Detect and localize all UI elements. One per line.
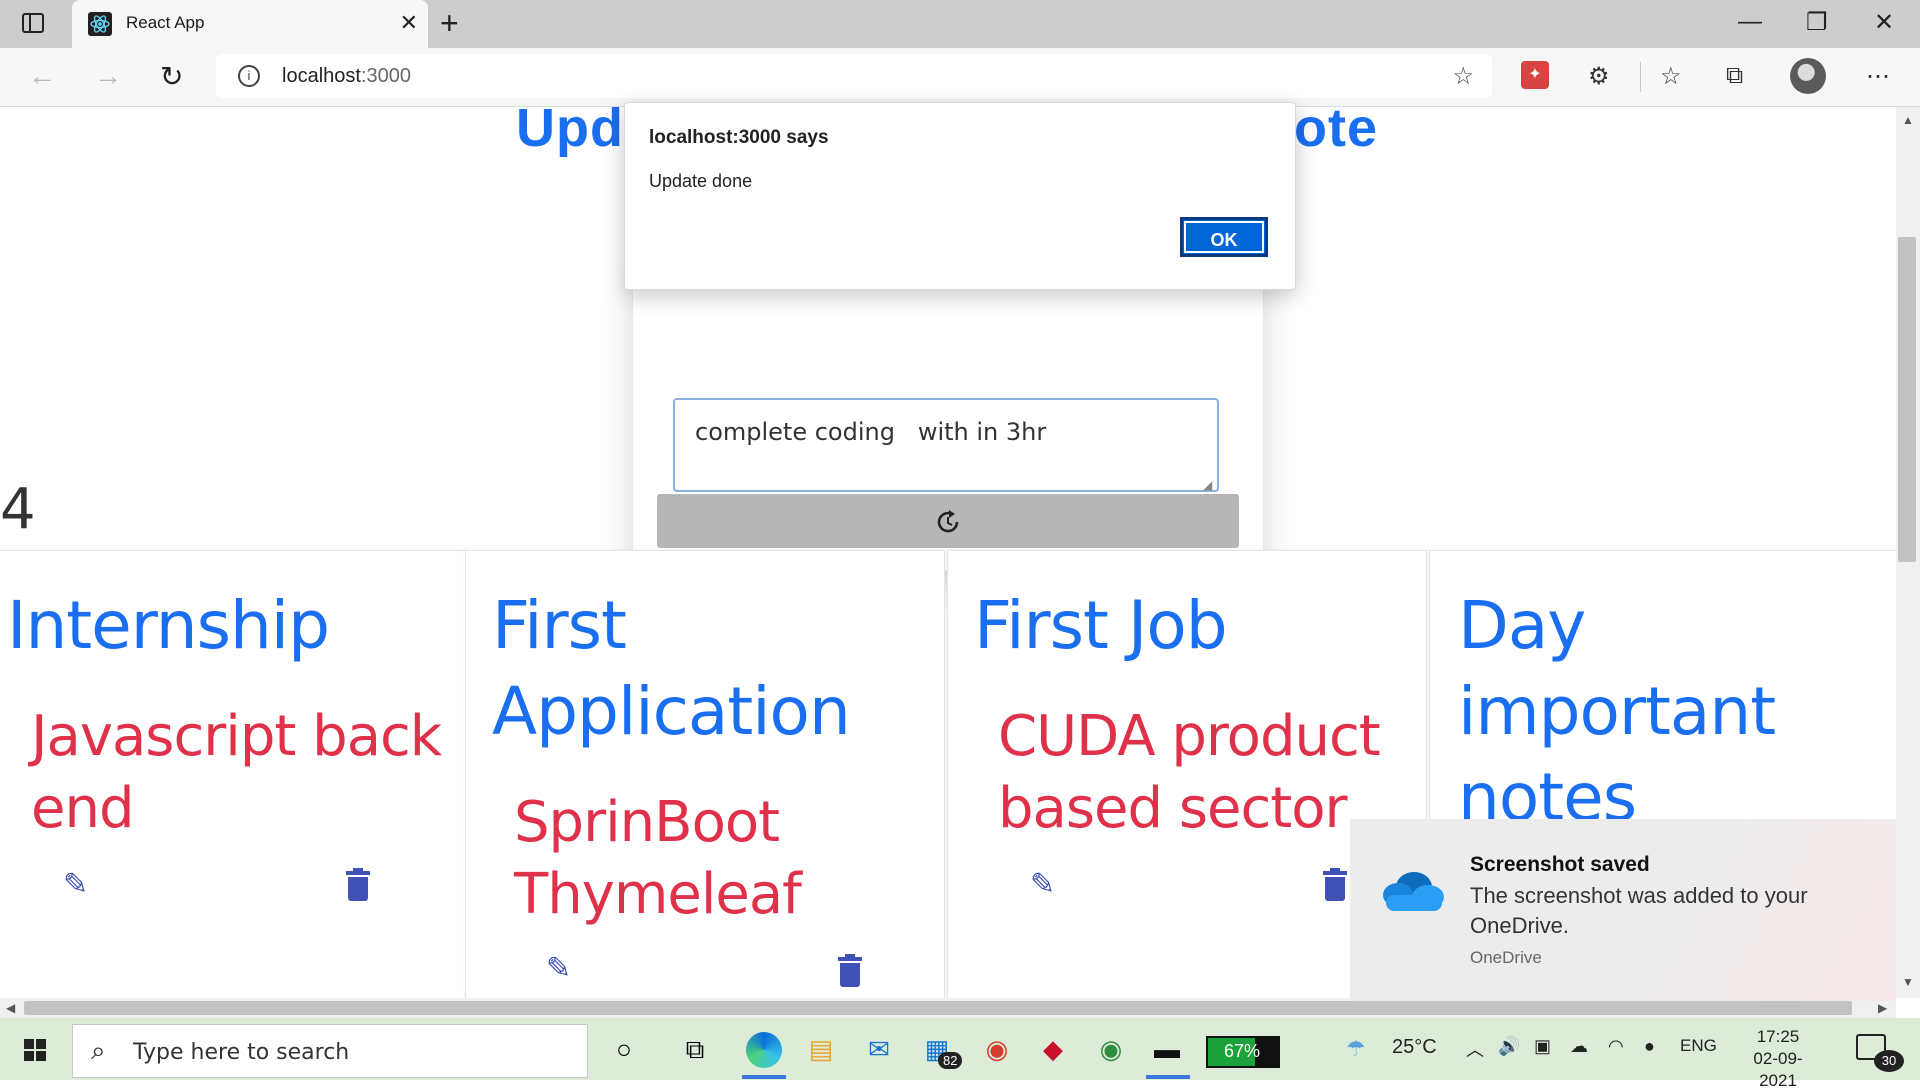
onedrive-tray-icon[interactable]: ☁ [1570,1036,1588,1057]
volume-icon[interactable]: 🔊 [1498,1036,1520,1057]
profile-avatar[interactable] [1790,58,1826,94]
delete-icon[interactable] [346,868,370,901]
note-body: Javascript back end [31,704,442,841]
back-icon[interactable]: ← [28,60,56,92]
tab-actions-icon[interactable] [22,13,44,33]
windows-taskbar: ⌕ Type here to search ○ ⧉ ▤ ✉ ▦ 82 ◉ ◆ ◉… [0,1018,1920,1090]
clock-date: 02-09-2021 [1753,1049,1803,1090]
show-hidden-icons[interactable]: ︿ [1466,1036,1484,1062]
delete-icon[interactable] [838,954,862,987]
minimize-icon[interactable]: — [1738,8,1762,36]
toolbar-divider [1640,62,1641,92]
notification-count: 30 [1874,1050,1904,1072]
close-window-icon[interactable]: ✕ [1874,8,1894,37]
alert-dialog: localhost:3000 says Update done OK [624,102,1296,290]
taskbar-search-box[interactable]: ⌕ Type here to search [72,1024,588,1078]
site-info-icon[interactable]: i [238,65,260,87]
ok-button[interactable]: OK [1180,217,1268,257]
note-body: SprinBoot Thymeleaf [514,790,802,927]
scroll-down-icon[interactable]: ▼ [1902,975,1914,989]
wifi-icon[interactable]: ◠ [1608,1036,1624,1057]
store-badge: 82 [938,1052,963,1069]
note-content-textarea[interactable]: complete coding with in 3hr [673,398,1219,492]
toast-message: The screenshot was added to your OneDriv… [1470,883,1808,938]
weather-icon[interactable]: ☂ [1346,1036,1366,1062]
battery-meter[interactable]: 67% [1206,1036,1280,1068]
terminal-icon[interactable]: ▬ [1150,1032,1184,1066]
new-tab-icon[interactable]: + [440,4,459,42]
onedrive-toast[interactable]: Screenshot saved The screenshot was adde… [1350,819,1896,1001]
forward-icon[interactable]: → [94,60,122,92]
note-card: First Application SprinBoot Thymeleaf ✎ [465,550,945,998]
more-menu-icon[interactable]: ⋯ [1866,62,1890,91]
weather-temp[interactable]: 25°C [1392,1036,1437,1059]
chrome-profile-icon[interactable]: ◉ [1094,1032,1128,1066]
note-card: Internship Javascript back end ✎ [0,550,470,998]
clock-time: 17:25 [1756,1027,1800,1046]
close-tab-icon[interactable]: ✕ [400,10,418,36]
search-placeholder: Type here to search [133,1040,350,1065]
vertical-scroll-thumb[interactable] [1898,237,1916,562]
horizontal-scroll-thumb[interactable] [24,1001,1852,1015]
url-text: localhost:3000 [282,65,411,87]
cortana-icon[interactable]: ○ [607,1032,641,1066]
scroll-up-icon[interactable]: ▲ [1902,113,1914,127]
edit-icon[interactable]: ✎ [1030,867,1062,901]
react-logo-icon [88,12,112,36]
active-app-indicator [1146,1075,1190,1079]
file-explorer-icon[interactable]: ▤ [804,1032,838,1066]
edit-icon[interactable]: ✎ [63,867,95,901]
edge-browser-icon[interactable] [746,1032,782,1068]
language-indicator[interactable]: ENG [1680,1036,1717,1056]
onedrive-cloud-icon [1383,872,1444,911]
mcafee-icon[interactable]: ◆ [1036,1032,1070,1066]
note-title: First Application [492,587,851,750]
toast-title: Screenshot saved [1470,853,1650,876]
tab-strip: React App ✕ + — ❐ ✕ [0,0,1920,48]
active-app-indicator [742,1075,786,1079]
notes-count: 4 [0,477,36,542]
start-windows-icon[interactable] [24,1039,46,1061]
update-note-form: complete coding with in 3hr ◢ [632,267,1264,571]
dialog-title: localhost:3000 says [649,127,829,148]
note-title: First Job [974,587,1228,664]
search-icon: ⌕ [91,1035,106,1065]
page-heading: Upd ote [516,107,1378,158]
extensions-puzzle-icon[interactable]: ⚙ [1588,62,1610,91]
collections-icon[interactable]: ⧉ [1726,62,1743,90]
update-button[interactable] [657,494,1239,548]
refresh-icon[interactable]: ↻ [160,60,183,93]
meet-now-icon[interactable]: ▣ [1534,1036,1551,1057]
tab-react-app[interactable]: React App ✕ [72,0,428,48]
microphone-icon[interactable]: ● [1644,1036,1655,1057]
note-title: Day important notes [1458,587,1776,836]
edit-icon[interactable]: ✎ [546,951,578,985]
note-title: Internship [7,587,330,664]
address-bar[interactable]: i localhost:3000 ☆ [216,54,1492,98]
extension-icon[interactable]: ✦ [1521,61,1549,89]
chrome-icon[interactable]: ◉ [980,1032,1014,1066]
favorites-icon[interactable]: ☆ [1660,62,1682,91]
task-view-icon[interactable]: ⧉ [678,1032,712,1066]
dialog-message: Update done [649,171,753,191]
tab-title: React App [126,13,205,32]
scroll-left-icon[interactable]: ◀ [6,1001,15,1015]
clock[interactable]: 17:25 02-09-2021 [1736,1026,1820,1092]
browser-toolbar: ← → ↻ i localhost:3000 ☆ ✦ ⚙ ☆ ⧉ ⋯ [0,48,1920,107]
add-favorite-icon[interactable]: ☆ [1452,62,1474,91]
toast-source: OneDrive [1470,948,1542,967]
delete-icon[interactable] [1323,868,1347,901]
scroll-right-icon[interactable]: ▶ [1878,1001,1887,1015]
update-icon [937,510,959,533]
battery-percent: 67% [1224,1041,1261,1061]
mail-icon[interactable]: ✉ [862,1032,896,1066]
restore-icon[interactable]: ❐ [1806,8,1828,37]
